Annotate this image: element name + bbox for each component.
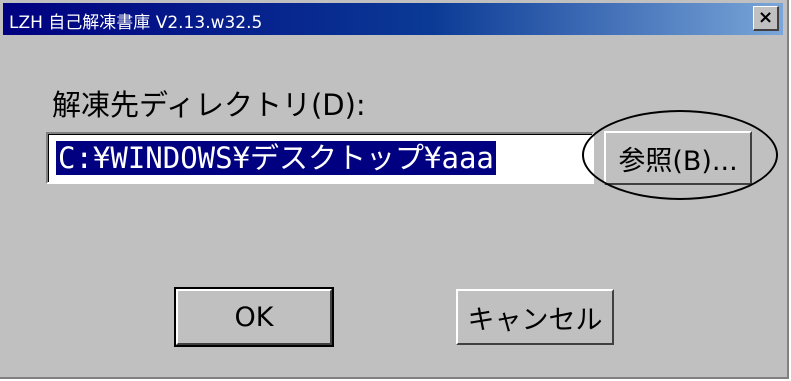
window-title: LZH 自己解凍書庫 V2.13.w32.5 xyxy=(9,13,263,33)
cancel-button[interactable]: キャンセル xyxy=(456,289,614,345)
destination-input[interactable]: C:¥WINDOWS¥デスクトップ¥aaa xyxy=(46,132,594,184)
title-bar[interactable]: LZH 自己解凍書庫 V2.13.w32.5 × xyxy=(3,3,783,35)
destination-input-value[interactable]: C:¥WINDOWS¥デスクトップ¥aaa xyxy=(56,141,496,175)
destination-label: 解凍先ディレクトリ(D): xyxy=(52,88,366,122)
close-icon: × xyxy=(757,7,774,28)
browse-button[interactable]: 参照(B)... xyxy=(604,131,752,185)
self-extract-dialog: LZH 自己解凍書庫 V2.13.w32.5 × 解凍先ディレクトリ(D): C… xyxy=(0,0,789,379)
ok-button[interactable]: OK xyxy=(174,287,334,347)
close-button[interactable]: × xyxy=(753,6,779,31)
